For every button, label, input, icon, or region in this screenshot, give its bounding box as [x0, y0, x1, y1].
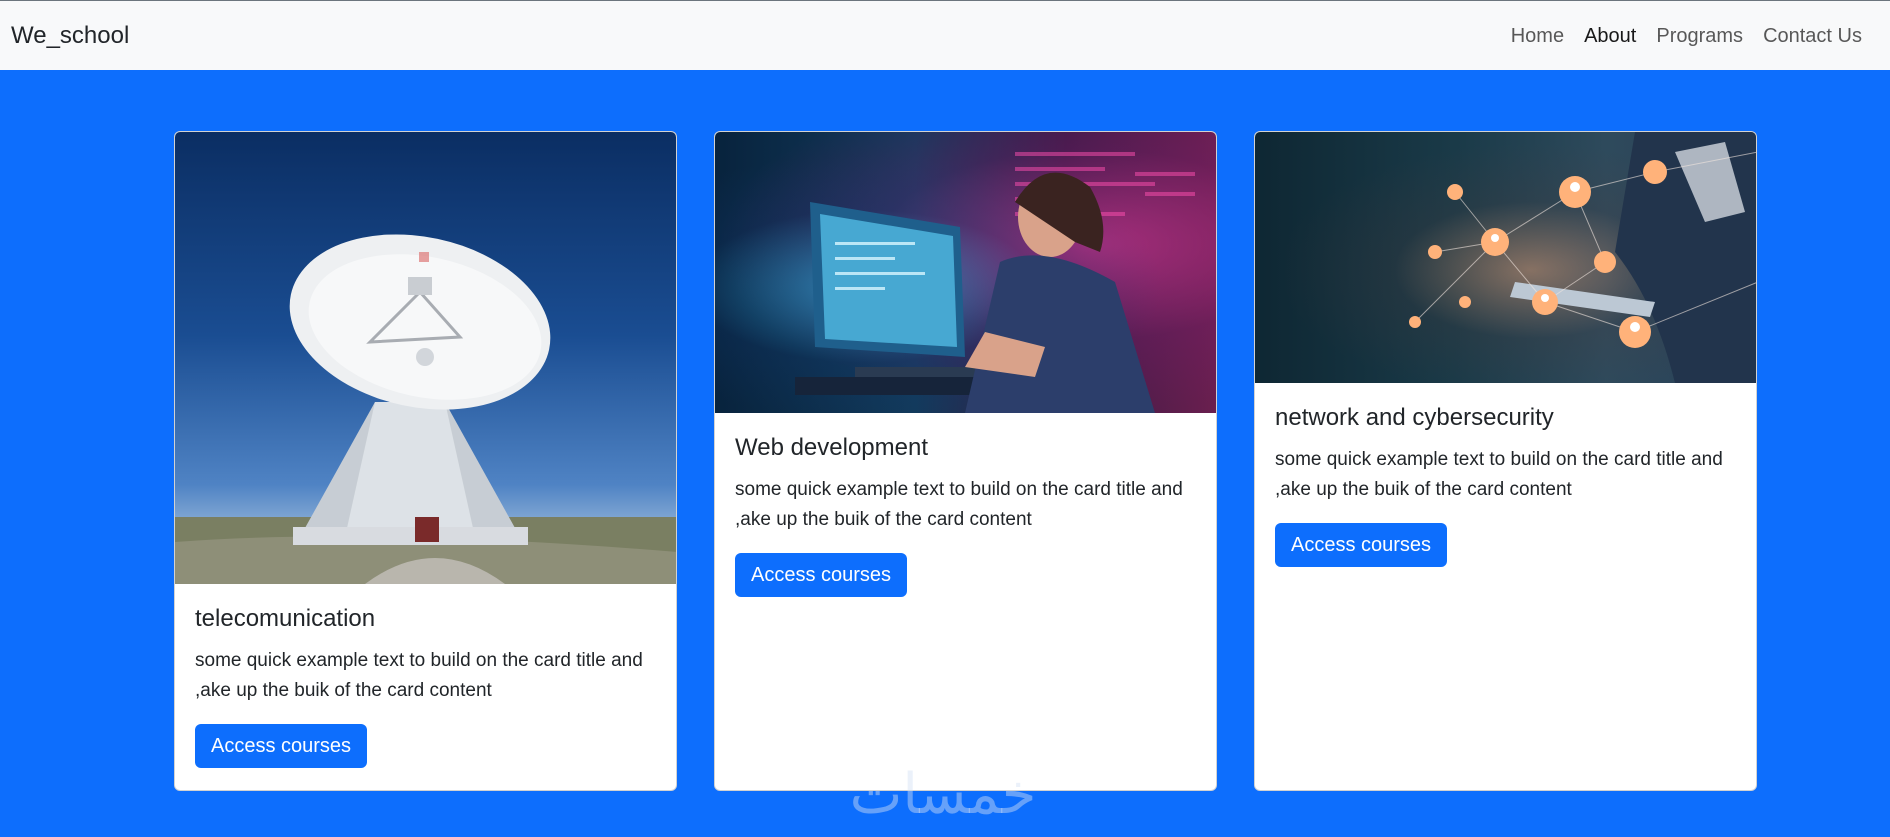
network-connections-image [1255, 132, 1756, 383]
navbar: We_school Home About Programs Contact Us [0, 0, 1890, 70]
access-courses-button[interactable]: Access courses [1275, 523, 1448, 567]
card-text: some quick example text to build on the … [1275, 449, 1723, 500]
card-title: Web development [735, 434, 929, 461]
card-network-cybersecurity: network and cybersecurity some quick exa… [1254, 131, 1757, 791]
satellite-dish-image [175, 132, 676, 584]
nav-contact-us[interactable]: Contact Us [1753, 22, 1872, 50]
card-body: telecomunication some quick example text… [175, 584, 676, 788]
card-text: some quick example text to build on the … [195, 650, 643, 701]
watermark-logo: خمسات [849, 762, 1037, 827]
card-title: telecomunication [195, 605, 376, 632]
access-courses-button[interactable]: Access courses [195, 724, 368, 768]
coder-at-computer-image [715, 132, 1216, 413]
access-courses-button[interactable]: Access courses [735, 553, 908, 597]
card-body: network and cybersecurity some quick exa… [1255, 383, 1756, 587]
card-text: some quick example text to build on the … [735, 479, 1183, 530]
card-telecommunication: telecomunication some quick example text… [174, 131, 677, 791]
card-web-development: Web development some quick example text … [714, 131, 1217, 791]
nav-programs[interactable]: Programs [1646, 22, 1753, 50]
brand-logo[interactable]: We_school [11, 21, 129, 51]
card-title: network and cybersecurity [1275, 404, 1554, 431]
nav-links: Home About Programs Contact Us [1501, 22, 1872, 50]
card-body: Web development some quick example text … [715, 413, 1216, 617]
nav-about[interactable]: About [1574, 22, 1646, 50]
nav-home[interactable]: Home [1501, 22, 1574, 50]
